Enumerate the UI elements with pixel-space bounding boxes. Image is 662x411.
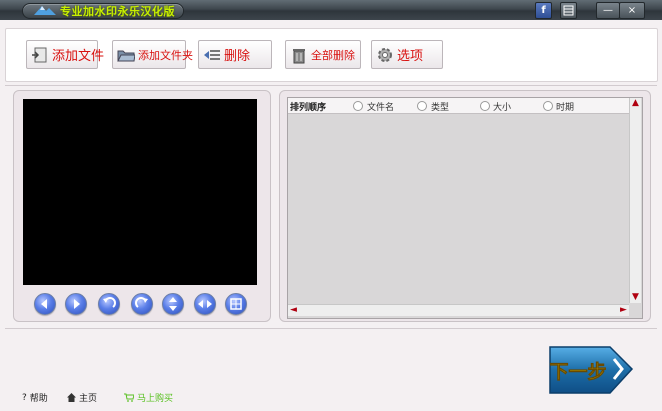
vertical-scrollbar[interactable]: ▲ ▼ [629,98,641,303]
rotate-left-button[interactable] [98,293,120,315]
home-icon [67,393,76,402]
trash-icon [293,48,305,63]
cart-icon [124,393,134,402]
sort-name-radio[interactable] [353,101,363,111]
sort-header [288,98,629,114]
app-logo-icon [34,6,56,15]
folder-icon [117,50,135,61]
mirror-button[interactable] [194,293,216,315]
scroll-down-icon[interactable]: ▼ [630,292,641,303]
sort-date-radio[interactable] [543,101,553,111]
add-file-icon [32,47,47,62]
sort-size-radio[interactable] [480,101,490,111]
next-frame-button[interactable] [65,293,87,315]
help-icon: ? [22,392,27,403]
delete-all-label: 全部删除 [311,48,355,62]
sort-label: 排列顺序 [290,103,327,113]
close-button[interactable]: × [619,2,645,19]
flip-button[interactable] [162,293,184,315]
file-list[interactable] [287,97,643,319]
next-step-label: 下一步 [549,361,606,383]
facebook-button[interactable]: f [535,2,552,19]
options-label: 选项 [397,49,424,64]
sort-type-label[interactable]: 类型 [431,100,449,113]
skin-icon [563,5,574,16]
video-preview [23,99,257,285]
sort-type-radio[interactable] [417,101,427,111]
scroll-right-icon[interactable]: ► [618,305,629,316]
scroll-up-icon[interactable]: ▲ [630,98,641,109]
help-label: 帮助 [29,394,48,404]
buy-label: 马上购买 [137,394,174,404]
add-file-label: 添加文件 [52,49,105,64]
window-title: 专业加水印永乐汉化版 [60,5,175,18]
skin-button[interactable] [560,2,577,19]
home-link[interactable]: 主页 [67,391,97,404]
flip-icon [169,297,177,311]
fit-button[interactable] [225,293,247,315]
horizontal-scrollbar[interactable]: ◄ ► [288,304,629,316]
divider [5,85,657,86]
add-folder-label: 添加文件夹 [138,48,193,62]
next-step-button[interactable]: 下一步 [548,343,634,396]
add-file-button[interactable]: 添加文件 [26,40,104,69]
mirror-icon [198,300,212,308]
fit-icon [230,298,242,310]
next-icon [74,299,80,309]
delete-label: 删除 [224,49,251,64]
delete-button[interactable]: 删除 [198,40,272,69]
sort-size-label[interactable]: 大小 [493,100,511,113]
rotate-right-icon [135,297,148,308]
help-link[interactable]: ? 帮助 [22,391,48,405]
add-folder-button[interactable]: 添加文件夹 [112,40,193,69]
home-label: 主页 [79,394,98,404]
sort-name-label[interactable]: 文件名 [367,100,394,113]
rotate-right-button[interactable] [131,293,153,315]
options-button[interactable]: 选项 [371,40,443,69]
delete-all-button[interactable]: 全部删除 [285,40,361,69]
delete-list-icon [204,49,220,60]
buy-link[interactable]: 马上购买 [124,391,173,404]
scroll-left-icon[interactable]: ◄ [288,305,299,316]
divider [5,328,657,329]
sort-date-label[interactable]: 时期 [556,100,574,113]
gear-icon [378,47,392,62]
minimize-button[interactable]: — [596,2,620,19]
prev-icon [41,299,47,309]
prev-button[interactable] [34,293,56,315]
rotate-left-icon [103,297,116,308]
